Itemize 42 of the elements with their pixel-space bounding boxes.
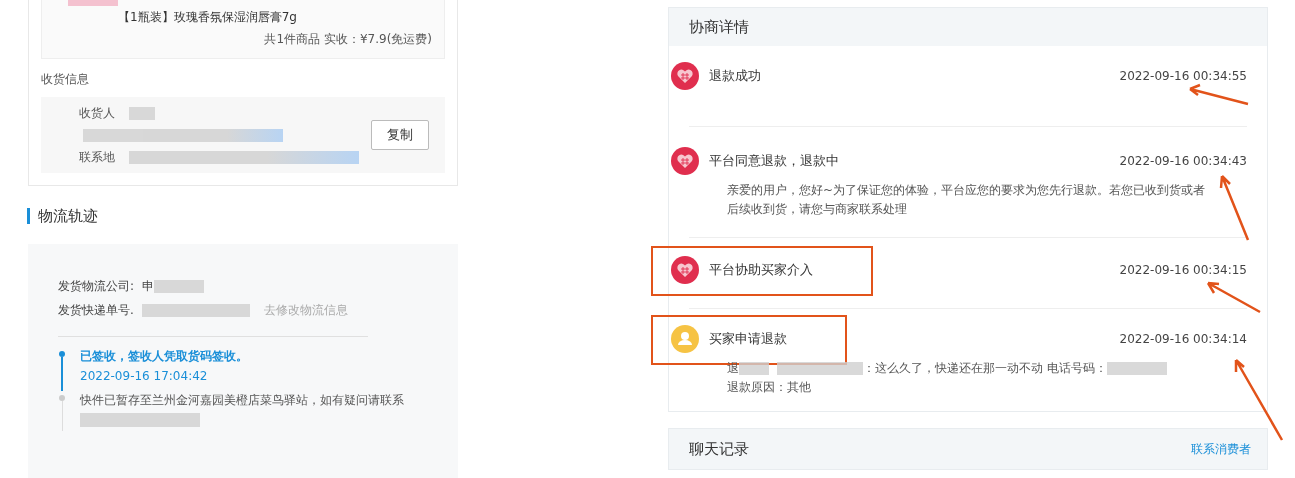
event-title: 买家申请退款 [709,330,787,348]
order-summary: 共1件商品 实收：¥7.9(免运费) [263,31,432,48]
panel-title: 协商详情 [689,17,749,37]
event-title: 退款成功 [709,67,761,85]
redacted-block [154,279,205,293]
field-label: 发货物流公司: [58,277,135,295]
event-title: 平台协助买家介入 [709,261,813,279]
event-text: 亲爱的用户，您好~为了保证您的体验，平台应您的要求为您先行退款。若您已收到货或者 [727,182,1207,199]
track-status: 已签收，签收人凭取货码签收。 [80,348,248,365]
heart-logo-icon [671,256,699,284]
heart-logo-icon [671,62,699,90]
field-label: 发货快递单号. [58,301,134,319]
event-title: 平台同意退款，退款中 [709,152,839,170]
panel-title: 聊天记录 [689,439,749,459]
event-time: 2022-09-16 00:34:14 [1119,332,1247,346]
field-label: 联系地 [78,148,115,166]
event-text: 退 [727,360,739,377]
event-text: 后续收到货，请您与商家联系处理 [727,201,908,218]
annotation-arrow [1219,174,1250,242]
event-text: 退款原因：其他 [727,379,812,396]
field-value: 申 [142,277,155,295]
redacted-block [739,362,769,375]
product-thumbnail [68,0,118,6]
event-time: 2022-09-16 00:34:55 [1119,69,1247,83]
edit-logistics-link[interactable]: 去修改物流信息 [263,301,348,319]
annotation-arrow [1206,281,1262,314]
track-status: 快件已暂存至兰州金河嘉园美橙店菜鸟驿站，如有疑问请联系 [80,392,404,409]
redacted-block [1106,362,1167,375]
redacted-block [129,106,155,120]
heart-logo-icon [671,147,699,175]
section-title: 物流轨迹 [27,208,458,224]
field-label: 收货人 [78,104,115,122]
product-name: 【1瓶装】玫瑰香氛保湿润唇膏7g [118,9,298,26]
copy-button[interactable]: 复制 [371,120,429,150]
user-avatar-icon [671,325,699,353]
event-time: 2022-09-16 00:34:15 [1119,263,1247,277]
annotation-arrow [1188,83,1250,106]
track-time: 2022-09-16 17:04:42 [80,369,209,383]
contact-consumer-link[interactable]: 联系消费者 [1191,440,1251,458]
event-text: ：这么久了，快递还在那一动不动 电话号码： [863,360,1107,377]
section-title: 收货信息 [41,71,90,88]
event-time: 2022-09-16 00:34:43 [1119,154,1247,168]
